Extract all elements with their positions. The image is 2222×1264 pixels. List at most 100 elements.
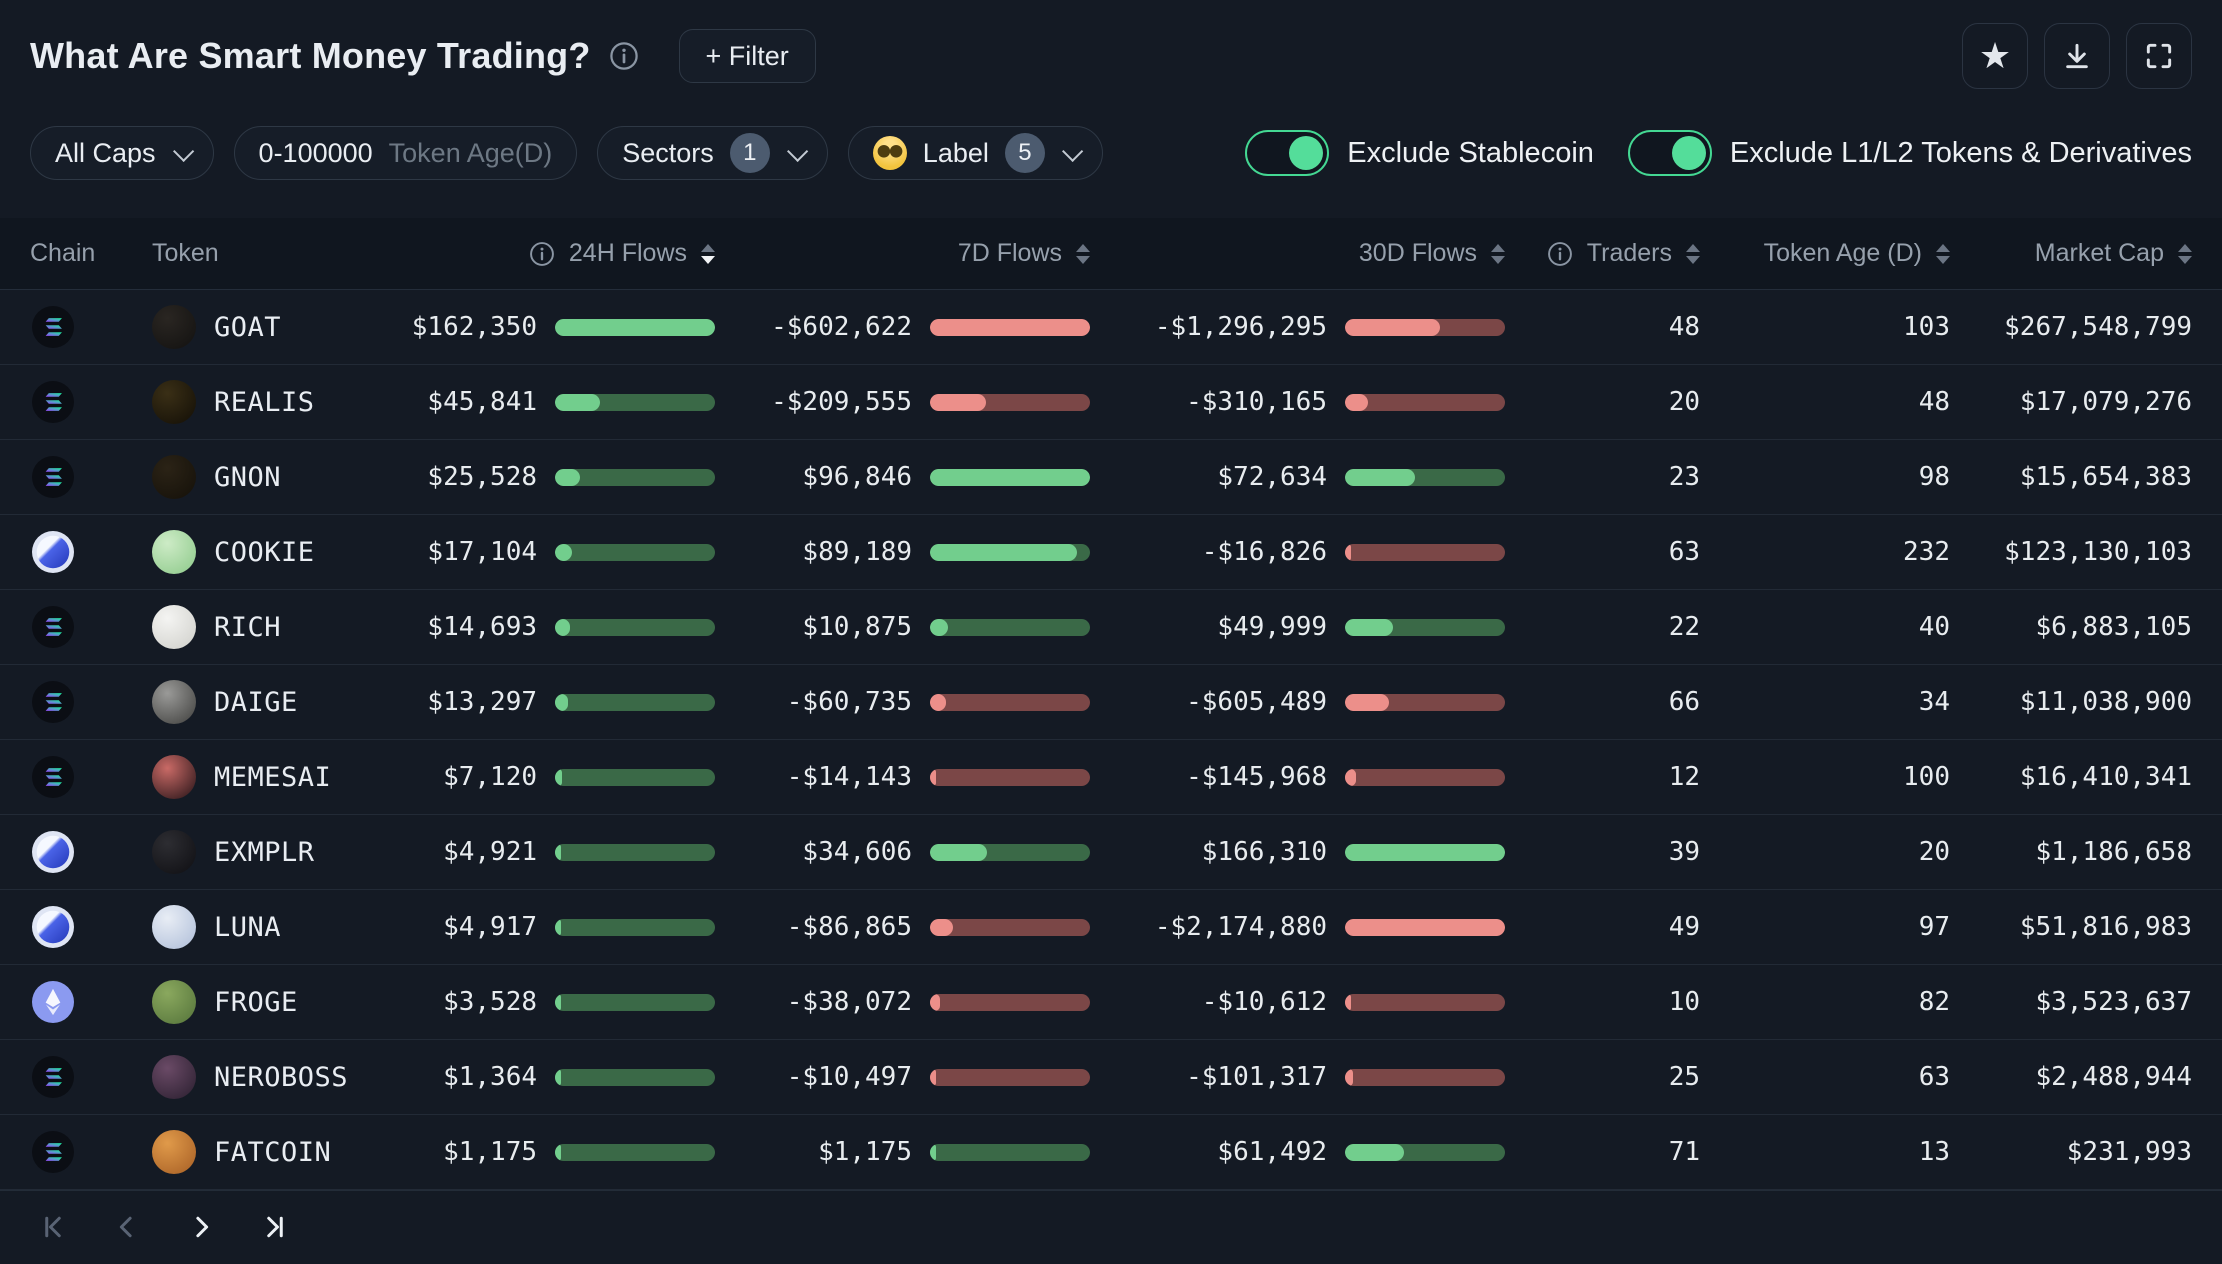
market-cap-value: $11,038,900: [2019, 687, 2192, 717]
chevron-down-icon: [1061, 140, 1084, 162]
toggle-switch[interactable]: [1245, 130, 1330, 176]
sort-arrows-icon: [1686, 243, 1700, 264]
traders-count: 39: [1668, 837, 1700, 867]
table-row[interactable]: FATCOIN $1,175 $1,175 $61,492 71 13 $231…: [0, 1115, 2222, 1190]
table-row[interactable]: REALIS $45,841 -$209,555 -$310,165 20 48…: [0, 365, 2222, 440]
flow-24h-value: $1,364: [443, 1062, 537, 1092]
flow-24h-value: $25,528: [427, 462, 537, 492]
column-header-traders[interactable]: Traders: [1505, 239, 1700, 268]
exclude-stablecoin-toggle[interactable]: Exclude Stablecoin: [1245, 130, 1594, 176]
flow-24h-bar: [555, 543, 715, 561]
token-name: GOAT: [214, 311, 282, 343]
traders-count: 25: [1668, 1062, 1700, 1092]
flow-30d-value: $61,492: [1217, 1137, 1327, 1167]
flow-7d-value: -$60,735: [786, 687, 912, 717]
flow-30d-bar: [1345, 618, 1505, 636]
token-name: LUNA: [214, 911, 282, 943]
exclude-l1l2-toggle[interactable]: Exclude L1/L2 Tokens & Derivatives: [1627, 130, 2192, 176]
market-cap-value: $123,130,103: [2004, 537, 2192, 567]
table-body: GOAT $162,350 -$602,622 -$1,296,295 48 1…: [0, 290, 2222, 1190]
title-info-icon[interactable]: [609, 41, 639, 71]
flow-30d-value: -$10,612: [1201, 987, 1327, 1017]
market-cap-value: $17,079,276: [2019, 387, 2192, 417]
first-page-icon: [45, 1216, 61, 1238]
toggle-switch[interactable]: [1627, 130, 1712, 176]
filter-button-label: + Filter: [705, 40, 789, 71]
flow-7d-value: $10,875: [802, 612, 912, 642]
flow-24h-bar: [555, 393, 715, 411]
top-bar: What Are Smart Money Trading? + Filter ★: [0, 0, 2222, 112]
flow-30d-value: -$2,174,880: [1154, 912, 1327, 942]
flow-24h-value: $14,693: [427, 612, 537, 642]
table-row[interactable]: COOKIE $17,104 $89,189 -$16,826 63 232 $…: [0, 515, 2222, 590]
flow-24h-value: $1,175: [443, 1137, 537, 1167]
exclude-stablecoin-label: Exclude Stablecoin: [1347, 136, 1594, 169]
token-age-value: 0-100000: [258, 137, 373, 168]
table-row[interactable]: GOAT $162,350 -$602,622 -$1,296,295 48 1…: [0, 290, 2222, 365]
previous-page-button[interactable]: [112, 1212, 142, 1242]
flow-24h-bar: [555, 768, 715, 786]
column-header-market-cap[interactable]: Market Cap: [1950, 239, 2192, 268]
favorite-star-button[interactable]: ★: [1962, 23, 2028, 89]
market-cap-value: $231,993: [2066, 1137, 2192, 1167]
flow-24h-value: $4,921: [443, 837, 537, 867]
last-page-icon: [267, 1216, 283, 1238]
label-count-badge: 5: [1004, 133, 1045, 173]
table-row[interactable]: FROGE $3,528 -$38,072 -$10,612 10 82 $3,…: [0, 965, 2222, 1040]
fullscreen-icon: [2146, 43, 2172, 69]
traders-count: 23: [1668, 462, 1700, 492]
column-header-24h-flows[interactable]: 24H Flows: [410, 239, 715, 268]
table-row[interactable]: LUNA $4,917 -$86,865 -$2,174,880 49 97 $…: [0, 890, 2222, 965]
flow-7d-value: -$10,497: [786, 1062, 912, 1092]
download-icon: [2066, 43, 2088, 69]
sectors-filter[interactable]: Sectors 1: [597, 126, 828, 180]
token-avatar: [152, 305, 196, 349]
nerd-emoji-icon: [872, 136, 907, 170]
flow-7d-bar: [930, 1068, 1090, 1086]
chevron-down-icon: [172, 140, 194, 162]
next-page-button[interactable]: [186, 1212, 216, 1242]
page-title: What Are Smart Money Trading?: [30, 35, 591, 76]
flow-24h-bar: [555, 618, 715, 636]
market-cap-filter[interactable]: All Caps: [30, 126, 214, 180]
traders-count: 66: [1668, 687, 1700, 717]
column-header-30d-flows[interactable]: 30D Flows: [1090, 239, 1505, 268]
column-header-7d-flows[interactable]: 7D Flows: [715, 239, 1090, 268]
table-row[interactable]: NEROBOSS $1,364 -$10,497 -$101,317 25 63…: [0, 1040, 2222, 1115]
column-header-token-age[interactable]: Token Age (D): [1700, 239, 1950, 268]
chain-icon: [32, 531, 74, 573]
chain-icon: [32, 756, 74, 798]
market-cap-value: $1,186,658: [2035, 837, 2192, 867]
fullscreen-button[interactable]: [2126, 23, 2192, 89]
table-row[interactable]: MEMESAI $7,120 -$14,143 -$145,968 12 100…: [0, 740, 2222, 815]
table-row[interactable]: GNON $25,528 $96,846 $72,634 23 98 $15,6…: [0, 440, 2222, 515]
token-age-value: 98: [1918, 462, 1950, 492]
flow-30d-value: -$1,296,295: [1154, 312, 1327, 342]
chain-icon: [32, 681, 74, 723]
flow-7d-bar: [930, 393, 1090, 411]
flow-30d-value: $166,310: [1201, 837, 1327, 867]
label-filter[interactable]: Label 5: [847, 126, 1103, 180]
flow-30d-bar: [1345, 768, 1505, 786]
flow-30d-value: $72,634: [1217, 462, 1327, 492]
chain-icon: [32, 981, 74, 1023]
traders-count: 22: [1668, 612, 1700, 642]
filter-button[interactable]: + Filter: [678, 29, 816, 83]
flow-7d-bar: [930, 1143, 1090, 1161]
token-name: DAIGE: [214, 686, 298, 718]
exclude-l1l2-label: Exclude L1/L2 Tokens & Derivatives: [1729, 136, 2192, 169]
token-age-filter[interactable]: 0-100000 Token Age(D): [233, 126, 578, 180]
traders-count: 71: [1668, 1137, 1700, 1167]
table-row[interactable]: RICH $14,693 $10,875 $49,999 22 40 $6,88…: [0, 590, 2222, 665]
token-age-value: 232: [1903, 537, 1950, 567]
info-icon: [529, 241, 555, 267]
last-page-button[interactable]: [260, 1212, 290, 1242]
table-row[interactable]: DAIGE $13,297 -$60,735 -$605,489 66 34 $…: [0, 665, 2222, 740]
flow-24h-bar: [555, 693, 715, 711]
flow-24h-value: $162,350: [411, 312, 537, 342]
download-button[interactable]: [2044, 23, 2110, 89]
toggle-knob: [1671, 135, 1706, 170]
table-row[interactable]: EXMPLR $4,921 $34,606 $166,310 39 20 $1,…: [0, 815, 2222, 890]
first-page-button[interactable]: [38, 1212, 68, 1242]
market-cap-value: $2,488,944: [2035, 1062, 2192, 1092]
